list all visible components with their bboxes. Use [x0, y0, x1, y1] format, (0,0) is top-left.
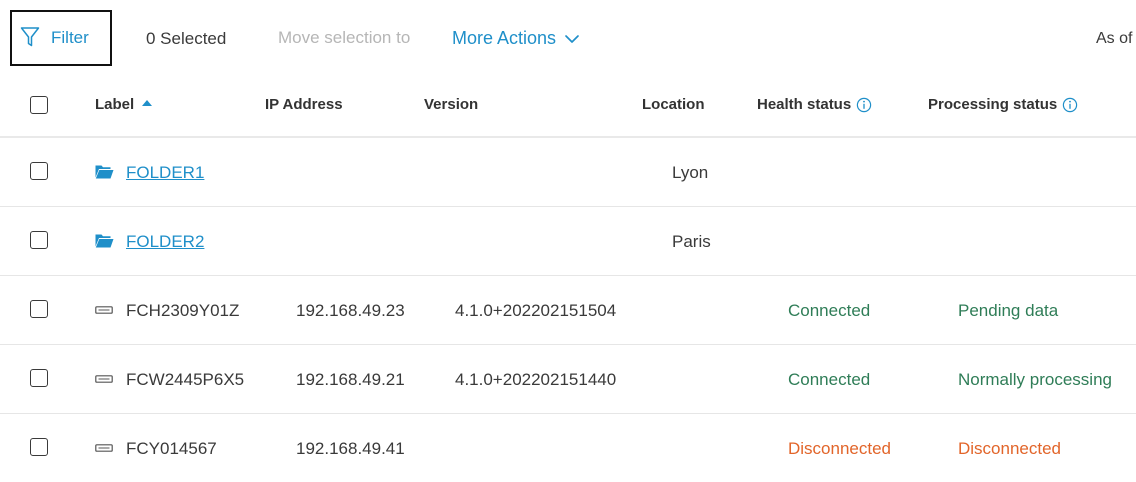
device-icon: [95, 306, 113, 314]
processing-status-cell: Pending data: [958, 301, 1059, 320]
column-header-processing[interactable]: Processing status: [928, 96, 1078, 113]
chevron-down-icon: [565, 34, 579, 43]
device-label[interactable]: FCH2309Y01Z: [126, 301, 239, 321]
row-checkbox[interactable]: [30, 162, 48, 180]
toolbar: Filter 0 Selected Move selection to More…: [0, 0, 1136, 76]
processing-status-cell: Normally processing: [958, 370, 1112, 389]
row-checkbox[interactable]: [30, 300, 48, 318]
folder-link[interactable]: FOLDER1: [126, 163, 204, 183]
version-cell: 4.1.0+202202151504: [455, 301, 617, 320]
folder-icon: [95, 234, 114, 248]
row-checkbox[interactable]: [30, 231, 48, 249]
column-header-health[interactable]: Health status: [757, 96, 872, 113]
device-icon: [95, 444, 113, 452]
version-cell: 4.1.0+202202151440: [455, 370, 617, 389]
health-status-cell: Connected: [788, 370, 871, 389]
filter-button[interactable]: Filter: [10, 10, 112, 66]
device-label[interactable]: FCW2445P6X5: [126, 370, 244, 390]
processing-status-cell: Disconnected: [958, 439, 1062, 458]
more-actions-button[interactable]: More Actions: [452, 28, 580, 49]
table-row[interactable]: FCH2309Y01Z 192.168.49.23 4.1.0+20220215…: [0, 276, 1136, 345]
table-row[interactable]: FCY014567 192.168.49.41 Disconnected Dis…: [0, 414, 1136, 482]
select-all-checkbox[interactable]: [30, 96, 48, 114]
row-checkbox[interactable]: [30, 438, 48, 456]
column-header-ip[interactable]: IP Address: [265, 96, 343, 113]
column-header-health-text: Health status: [757, 96, 852, 113]
info-icon[interactable]: [1062, 97, 1078, 113]
ip-cell: 192.168.49.41: [296, 439, 405, 458]
ip-cell: 192.168.49.21: [296, 370, 405, 389]
health-status-cell: Connected: [788, 301, 871, 320]
table-header-row: Label IP Address Version Location Health…: [0, 76, 1136, 138]
table-row[interactable]: FOLDER2 Paris: [0, 207, 1136, 276]
sort-ascending-icon: [142, 99, 153, 106]
table-row[interactable]: FCW2445P6X5 192.168.49.21 4.1.0+20220215…: [0, 345, 1136, 414]
health-status-cell: Disconnected: [788, 439, 892, 458]
move-selection-button[interactable]: Move selection to: [278, 28, 410, 48]
filter-funnel-icon: [20, 27, 40, 47]
device-icon: [95, 375, 113, 383]
column-header-version[interactable]: Version: [424, 96, 478, 113]
location-cell: Paris: [672, 232, 711, 251]
ip-cell: 192.168.49.23: [296, 301, 405, 320]
as-of-timestamp: As of: [1096, 30, 1133, 47]
column-header-processing-text: Processing status: [928, 96, 1058, 113]
info-icon[interactable]: [856, 97, 872, 113]
selected-count: 0 Selected: [146, 29, 227, 48]
device-label[interactable]: FCY014567: [126, 439, 217, 459]
row-checkbox[interactable]: [30, 369, 48, 387]
column-header-location[interactable]: Location: [642, 96, 705, 113]
folder-link[interactable]: FOLDER2: [126, 232, 204, 252]
column-header-label[interactable]: Label: [95, 96, 153, 113]
column-header-label-text: Label: [95, 96, 135, 113]
filter-label: Filter: [51, 28, 89, 47]
folder-icon: [95, 165, 114, 179]
more-actions-label: More Actions: [452, 28, 557, 48]
table-row[interactable]: FOLDER1 Lyon: [0, 138, 1136, 207]
location-cell: Lyon: [672, 163, 709, 182]
devices-table: Label IP Address Version Location Health…: [0, 76, 1136, 482]
